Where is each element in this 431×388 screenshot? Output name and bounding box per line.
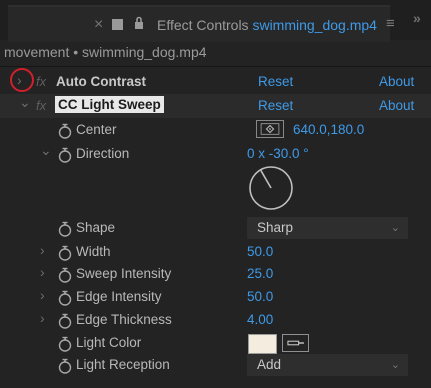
divider	[0, 66, 431, 67]
property-label: Width	[76, 244, 111, 259]
property-row-width: › Width 50.0	[0, 240, 431, 264]
sweep-intensity-value[interactable]: 25.0	[247, 266, 273, 281]
property-label: Shape	[76, 220, 116, 235]
highlight-circle	[10, 68, 34, 92]
stopwatch-icon[interactable]	[58, 336, 72, 352]
property-row-light-color: Light Color	[0, 331, 431, 355]
edge-thickness-value[interactable]: 4.00	[247, 312, 273, 327]
fx-icon[interactable]: fx	[36, 98, 46, 113]
crosshair-icon[interactable]	[256, 120, 284, 138]
eyedropper-icon[interactable]	[282, 334, 309, 352]
panel-color-icon	[112, 19, 123, 30]
tab-title-prefix: Effect Controls	[157, 17, 249, 33]
more-panels-icon[interactable]: »	[413, 10, 421, 26]
property-label: Edge Thickness	[76, 312, 172, 327]
stopwatch-icon[interactable]	[58, 123, 72, 139]
effect-row-cc-light-sweep[interactable]: ⌄ fx CC Light Sweep Reset About	[0, 94, 431, 118]
property-label: Direction	[76, 146, 130, 161]
property-row-direction: ⌄ Direction 0 x -30.0 °	[0, 142, 431, 166]
twirl-open-icon[interactable]: ⌄	[40, 142, 52, 159]
effect-name: CC Light Sweep	[55, 96, 164, 113]
property-row-edge-thickness: › Edge Thickness 4.00	[0, 308, 431, 332]
stopwatch-icon[interactable]	[58, 147, 72, 163]
shape-dropdown[interactable]: Sharp ⌄	[247, 217, 408, 239]
stopwatch-icon[interactable]	[58, 290, 72, 306]
property-row-sweep-intensity: › Sweep Intensity 25.0	[0, 262, 431, 286]
center-value[interactable]: 640.0,180.0	[293, 122, 364, 137]
chevron-down-icon: ⌄	[390, 222, 400, 234]
stopwatch-icon[interactable]	[58, 313, 72, 329]
property-label: Sweep Intensity	[76, 266, 172, 281]
light-reception-dropdown[interactable]: Add ⌄	[247, 354, 408, 376]
effect-controls-tab[interactable]: × Effect Controls swimming_dog.mp4 ≡	[8, 5, 395, 42]
stopwatch-icon[interactable]	[58, 267, 72, 283]
twirl-closed-icon[interactable]: ›	[40, 287, 45, 303]
reset-button[interactable]: Reset	[258, 74, 293, 89]
direction-value[interactable]: 0 x -30.0 °	[247, 146, 309, 161]
about-button[interactable]: About	[379, 98, 414, 113]
twirl-closed-icon[interactable]: ›	[40, 264, 45, 280]
chevron-down-icon: ⌄	[390, 359, 400, 371]
effect-row-auto-contrast[interactable]: › fx Auto Contrast Reset About	[0, 70, 431, 94]
effect-name: Auto Contrast	[56, 74, 146, 89]
menu-icon[interactable]: ≡	[386, 15, 395, 32]
twirl-open-icon[interactable]: ⌄	[19, 94, 31, 111]
property-label: Light Reception	[76, 357, 170, 372]
twirl-closed-icon[interactable]: ›	[40, 242, 45, 258]
property-label: Edge Intensity	[76, 289, 162, 304]
angle-dial[interactable]	[247, 164, 295, 212]
property-row-light-reception: Light Reception Add ⌄	[0, 353, 431, 377]
stopwatch-icon[interactable]	[58, 221, 72, 237]
property-label: Light Color	[76, 335, 142, 350]
color-swatch[interactable]	[248, 334, 277, 354]
close-icon[interactable]: ×	[94, 16, 103, 34]
dropdown-value: Add	[257, 357, 282, 372]
property-label: Center	[76, 122, 117, 137]
reset-button[interactable]: Reset	[258, 98, 293, 113]
breadcrumb: movement • swimming_dog.mp4	[4, 44, 207, 60]
stopwatch-icon[interactable]	[58, 358, 72, 374]
fx-icon[interactable]: fx	[36, 74, 46, 89]
property-row-edge-intensity: › Edge Intensity 50.0	[0, 285, 431, 309]
dropdown-value: Sharp	[257, 220, 294, 235]
about-button[interactable]: About	[379, 74, 414, 89]
lock-icon[interactable]	[134, 16, 144, 30]
width-value[interactable]: 50.0	[247, 244, 273, 259]
property-row-center: Center 640.0,180.0	[0, 118, 431, 142]
stopwatch-icon[interactable]	[58, 245, 72, 261]
panel-tab-bar: × Effect Controls swimming_dog.mp4 ≡ »	[0, 0, 431, 42]
twirl-closed-icon[interactable]: ›	[40, 310, 45, 326]
edge-intensity-value[interactable]: 50.0	[247, 289, 273, 304]
tab-clip-name[interactable]: swimming_dog.mp4	[252, 17, 377, 33]
property-row-shape: Shape Sharp ⌄	[0, 216, 431, 240]
tab-title: Effect Controls swimming_dog.mp4	[157, 17, 377, 33]
